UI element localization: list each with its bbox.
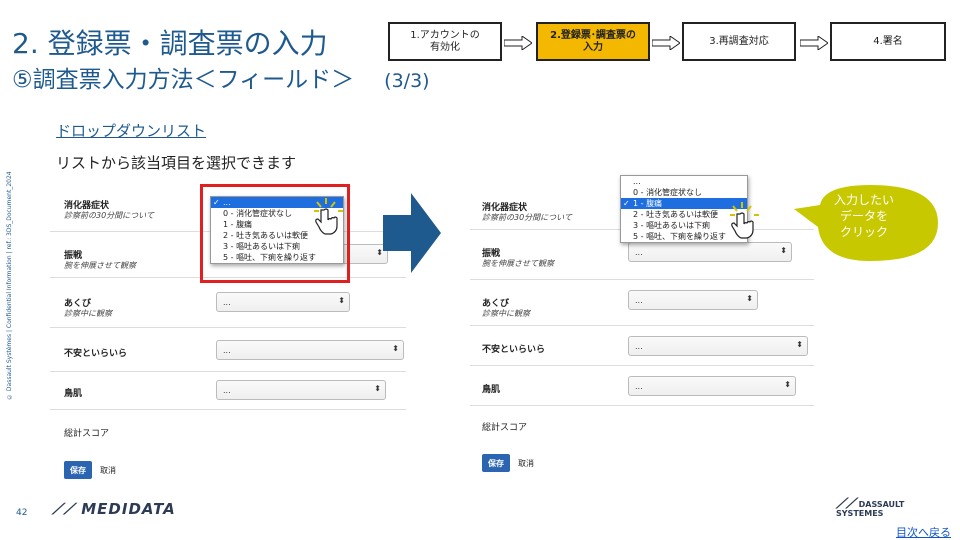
ds-mark-icon: ⟋⟋ xyxy=(836,496,856,512)
select-value: ... xyxy=(635,342,643,351)
select-value: ... xyxy=(223,346,231,355)
step-flow: 1.アカウントの 有効化 2.登録票･調査票の 入力 3.再調査対応 4.署名 xyxy=(388,22,948,62)
medidata-logo-text: MEDIDATA xyxy=(81,500,176,518)
form-row: あくび 診察中に観察 ... ⬍ xyxy=(470,280,814,326)
medidata-logo: ⟋⟋ MEDIDATA xyxy=(52,500,176,518)
step-1-line1: 1.アカウントの xyxy=(410,29,480,41)
updown-caret-icon: ⬍ xyxy=(746,294,753,303)
option-text: 5 - 嘔吐、下痢を繰り返す xyxy=(633,232,727,241)
subtitle-text: ⑤調査票入力方法＜フィールド＞ xyxy=(12,67,355,93)
step-3: 3.再調査対応 xyxy=(682,22,796,61)
dassault-logo: ⟋⟋ DASSAULT SYSTEMES xyxy=(836,496,905,518)
select-value: ... xyxy=(635,296,643,305)
callout-line: 入力したい xyxy=(833,193,894,207)
row-sublabel: 腕を伸展させて観察 xyxy=(482,259,554,268)
anxiety-select[interactable]: ... ⬍ xyxy=(216,340,404,360)
total-score-label: 総計スコア xyxy=(64,429,110,439)
option-text: 3 - 嘔吐あるいは下痢 xyxy=(633,221,711,230)
row-sublabel: 診察中に観察 xyxy=(64,309,112,318)
select-value: ... xyxy=(635,248,643,257)
select-value: ... xyxy=(223,298,231,307)
updown-caret-icon: ⬍ xyxy=(374,384,381,393)
updown-caret-icon: ⬍ xyxy=(784,380,791,389)
step-4: 4.署名 xyxy=(830,22,946,61)
option-text: 1 - 腹痛 xyxy=(633,199,663,208)
updown-caret-icon: ⬍ xyxy=(376,248,383,257)
select-value: ... xyxy=(635,382,643,391)
hand-cursor-icon xyxy=(730,202,759,239)
row-sublabel: 診察前の30分間について xyxy=(482,213,572,222)
step-1: 1.アカウントの 有効化 xyxy=(388,22,502,61)
form-row: 鳥肌 ... ⬍ xyxy=(470,366,814,406)
form-row: 不安といらいら ... ⬍ xyxy=(50,328,406,372)
row-sublabel: 診察前の30分間について xyxy=(64,211,154,220)
step-3-line1: 3.再調査対応 xyxy=(709,35,769,47)
option-text: 2 - 吐き気あるいは軟便 xyxy=(633,210,719,219)
form-row: 鳥肌 ... ⬍ xyxy=(50,372,406,410)
ds-logo-line: SYSTEMES xyxy=(836,509,884,518)
updown-caret-icon: ⬍ xyxy=(780,246,787,255)
ds-mark-icon: ⟋⟋ xyxy=(52,500,82,518)
ds-logo-line: DASSAULT xyxy=(858,500,905,509)
callout-text: 入力したい データを クリック xyxy=(818,192,910,240)
page-title: 2. 登録票・調査票の入力 xyxy=(12,27,328,60)
row-sublabel: 腕を伸展させて観察 xyxy=(64,261,136,270)
goosebumps-select[interactable]: ... ⬍ xyxy=(216,380,386,400)
goosebumps-select[interactable]: ... ⬍ xyxy=(628,376,796,396)
updown-caret-icon: ⬍ xyxy=(338,296,345,305)
check-icon: ✓ xyxy=(623,199,630,208)
step-2: 2.登録票･調査票の 入力 xyxy=(536,22,650,61)
anxiety-select[interactable]: ... ⬍ xyxy=(628,336,808,356)
dropdown-option[interactable]: 0 - 消化管症状なし xyxy=(621,187,747,198)
form-row: 総計スコア xyxy=(50,410,406,450)
confidential-note: © Dassault Systèmes | Confidential Infor… xyxy=(6,171,13,400)
step-arrow-icon xyxy=(800,36,828,50)
cancel-button[interactable]: 取消 xyxy=(518,458,534,469)
updown-caret-icon: ⬍ xyxy=(796,340,803,349)
yawn-select[interactable]: ... ⬍ xyxy=(216,292,350,312)
page-subtitle: ⑤調査票入力方法＜フィールド＞ (3/3) xyxy=(12,60,430,94)
yawn-select[interactable]: ... ⬍ xyxy=(628,290,758,310)
select-value: ... xyxy=(223,386,231,395)
form-row: 不安といらいら ... ⬍ xyxy=(470,326,814,366)
option-text: ... xyxy=(633,177,641,186)
hand-cursor-icon xyxy=(314,198,343,235)
step-2-line1: 2.登録票･調査票の xyxy=(550,29,636,41)
step-4-line1: 4.署名 xyxy=(873,35,903,47)
total-score-label: 総計スコア xyxy=(482,423,528,433)
updown-caret-icon: ⬍ xyxy=(392,344,399,353)
form-row: あくび 診察中に観察 ... ⬍ xyxy=(50,278,406,328)
row-label: 鳥肌 xyxy=(482,385,501,395)
row-label: 鳥肌 xyxy=(64,389,83,399)
back-to-toc-link[interactable]: 目次へ戻る xyxy=(896,524,951,540)
tremor-select[interactable]: ... ⬍ xyxy=(628,242,792,262)
save-button[interactable]: 保存 xyxy=(64,461,92,479)
transition-arrow-icon xyxy=(383,193,441,273)
dropdown-description: リストから該当項目を選択できます xyxy=(56,154,297,172)
callout-line: データを xyxy=(839,209,888,223)
step-2-line2: 入力 xyxy=(582,41,603,53)
step-arrow-icon xyxy=(652,36,680,50)
callout-line: クリック xyxy=(839,225,888,239)
dropdown-heading: ドロップダウンリスト xyxy=(56,122,207,140)
page-number: 42 xyxy=(16,508,28,518)
option-text: 0 - 消化管症状なし xyxy=(633,188,703,197)
step-arrow-icon xyxy=(504,36,532,50)
row-label: 不安といらいら xyxy=(64,349,128,359)
form-row: 総計スコア xyxy=(470,406,814,446)
step-1-line2: 有効化 xyxy=(429,41,460,53)
cancel-button[interactable]: 取消 xyxy=(100,465,116,476)
dropdown-option[interactable]: ... xyxy=(621,176,747,187)
row-sublabel: 診察中に観察 xyxy=(482,309,530,318)
page-indicator: (3/3) xyxy=(384,70,430,92)
row-label: 不安といらいら xyxy=(482,345,546,355)
save-button[interactable]: 保存 xyxy=(482,454,510,472)
